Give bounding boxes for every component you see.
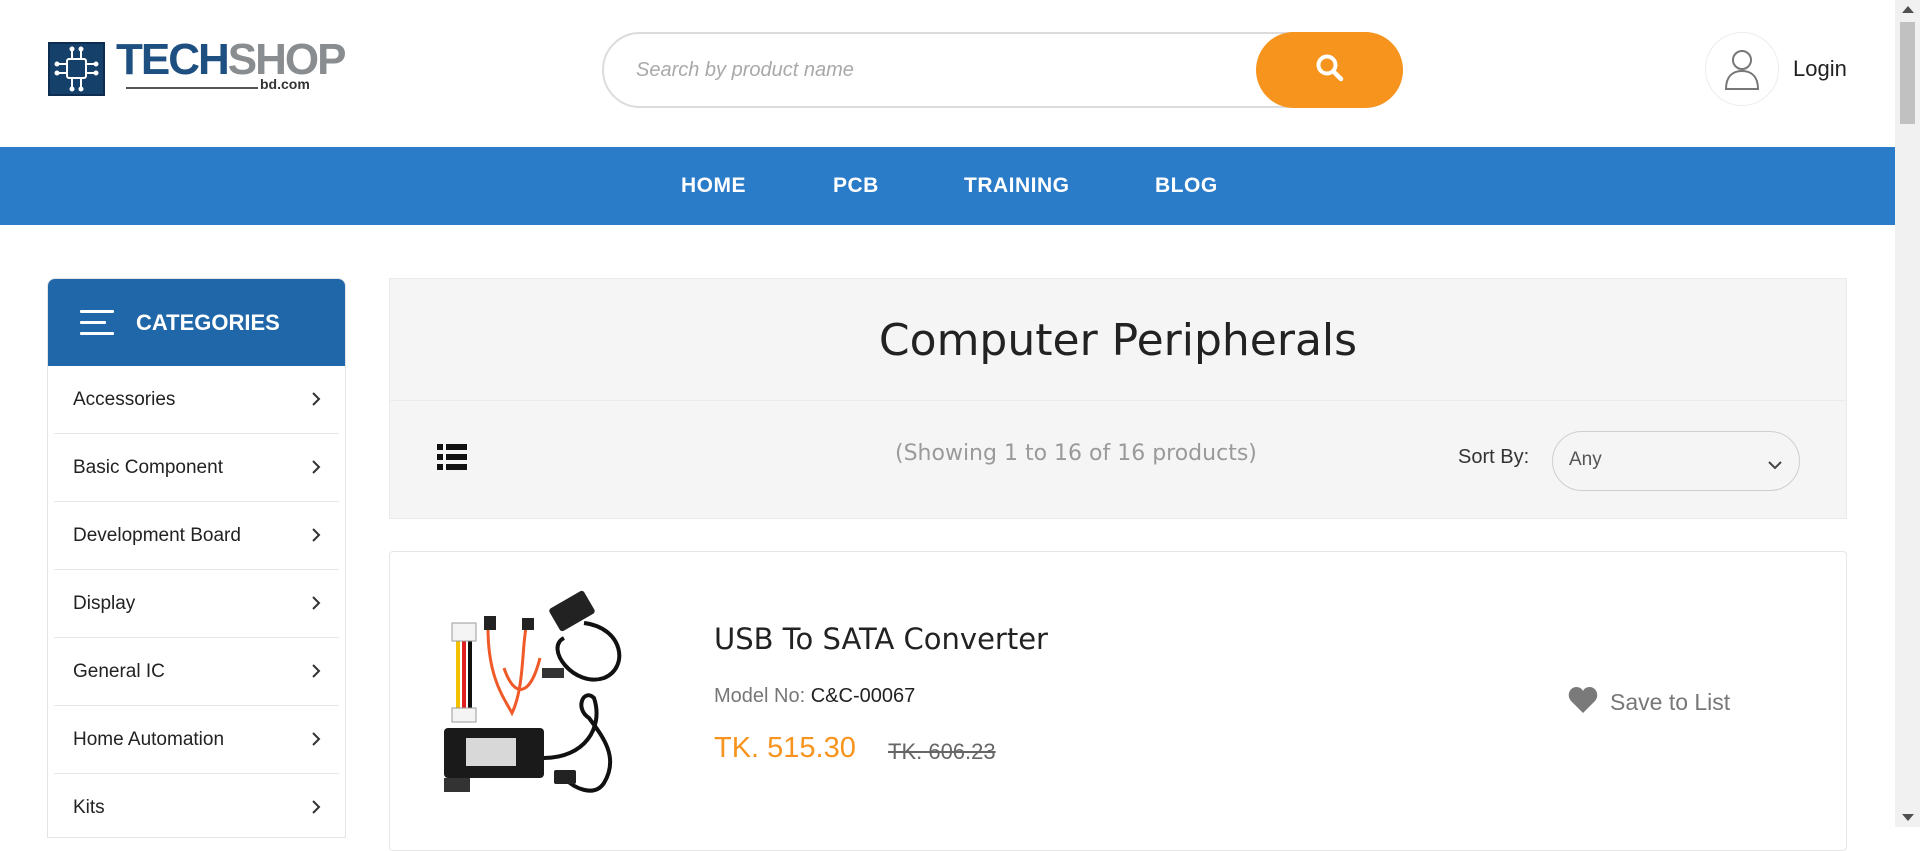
sort-value: Any (1569, 449, 1602, 470)
search-icon (1315, 53, 1345, 87)
chevron-right-icon (311, 731, 321, 751)
sidebar-item-display[interactable]: Display (54, 570, 339, 638)
search-bar (602, 32, 1403, 108)
site-header: TECHSHOP bd.com Login (0, 0, 1895, 147)
product-card: USB To SATA Converter Model No: C&C-0006… (389, 551, 1847, 851)
page-title: Computer Peripherals (878, 315, 1358, 366)
chevron-right-icon (311, 459, 321, 479)
site-logo[interactable]: TECHSHOP bd.com (48, 36, 346, 98)
chevron-right-icon (311, 527, 321, 547)
product-model: Model No: C&C-00067 (714, 685, 915, 708)
sidebar-item-basic-component[interactable]: Basic Component (54, 434, 339, 502)
sidebar-item-label: Display (73, 592, 136, 614)
logo-wordmark: TECHSHOP (116, 35, 346, 84)
product-toolbar: (Showing 1 to 16 of 16 products) Sort By… (389, 401, 1847, 519)
product-count: (Showing 1 to 16 of 16 products) (895, 441, 1257, 466)
sidebar-item-label: Development Board (73, 524, 241, 546)
logo-underline (126, 87, 258, 89)
model-value: C&C-00067 (810, 685, 916, 707)
nav-item-pcb[interactable]: PCB (833, 147, 879, 225)
heart-icon (1568, 687, 1598, 718)
search-input[interactable] (634, 46, 1244, 94)
main-nav: HOME PCB TRAINING BLOG (0, 147, 1895, 225)
sidebar-item-label: General IC (73, 660, 165, 682)
sidebar-item-label: Kits (73, 796, 105, 818)
categories-sidebar: CATEGORIES Accessories Basic Component D… (47, 278, 346, 838)
save-to-list-button[interactable]: Save to List (1568, 687, 1730, 718)
scroll-down-arrow-icon[interactable] (1902, 814, 1914, 821)
scroll-up-arrow-icon[interactable] (1902, 6, 1914, 13)
menu-icon (80, 309, 114, 336)
sidebar-item-accessories[interactable]: Accessories (54, 366, 339, 434)
chevron-down-icon (1767, 455, 1783, 474)
scrollbar-thumb[interactable] (1900, 22, 1915, 124)
login-label: Login (1793, 56, 1847, 81)
nav-item-home[interactable]: HOME (681, 147, 746, 225)
sidebar-item-label: Accessories (73, 388, 176, 410)
chevron-right-icon (311, 799, 321, 819)
logo-chip-icon (48, 42, 105, 96)
product-price: TK. 515.30 (714, 732, 856, 764)
product-name[interactable]: USB To SATA Converter (714, 622, 1048, 656)
chevron-right-icon (311, 663, 321, 683)
sidebar-item-development-board[interactable]: Development Board (54, 502, 339, 570)
sidebar-item-home-automation[interactable]: Home Automation (54, 706, 339, 774)
chevron-right-icon (311, 391, 321, 411)
product-old-price: TK. 606.23 (888, 739, 996, 764)
logo-domain: bd.com (260, 76, 310, 92)
logo-text-tech: TECH (116, 35, 230, 84)
sort-select[interactable]: Any (1552, 431, 1800, 491)
sidebar-item-label: Basic Component (73, 456, 223, 478)
category-title-box: Computer Peripherals (389, 278, 1847, 401)
model-label: Model No: (714, 685, 806, 707)
page-scrollbar[interactable] (1895, 0, 1920, 827)
save-to-list-label: Save to List (1610, 689, 1731, 715)
nav-item-blog[interactable]: BLOG (1155, 147, 1218, 225)
categories-title: CATEGORIES (136, 309, 280, 335)
product-image[interactable] (434, 588, 634, 803)
search-button[interactable] (1256, 32, 1403, 108)
sort-label: Sort By: (1458, 446, 1530, 468)
chevron-right-icon (311, 595, 321, 615)
user-icon (1705, 32, 1779, 106)
login-link[interactable]: Login (1705, 32, 1847, 106)
nav-item-training[interactable]: TRAINING (964, 147, 1070, 225)
sidebar-item-label: Home Automation (73, 728, 225, 750)
list-view-icon[interactable] (437, 444, 467, 474)
sidebar-item-general-ic[interactable]: General IC (54, 638, 339, 706)
sidebar-item-kits[interactable]: Kits (54, 774, 339, 837)
categories-header[interactable]: CATEGORIES (48, 279, 345, 366)
